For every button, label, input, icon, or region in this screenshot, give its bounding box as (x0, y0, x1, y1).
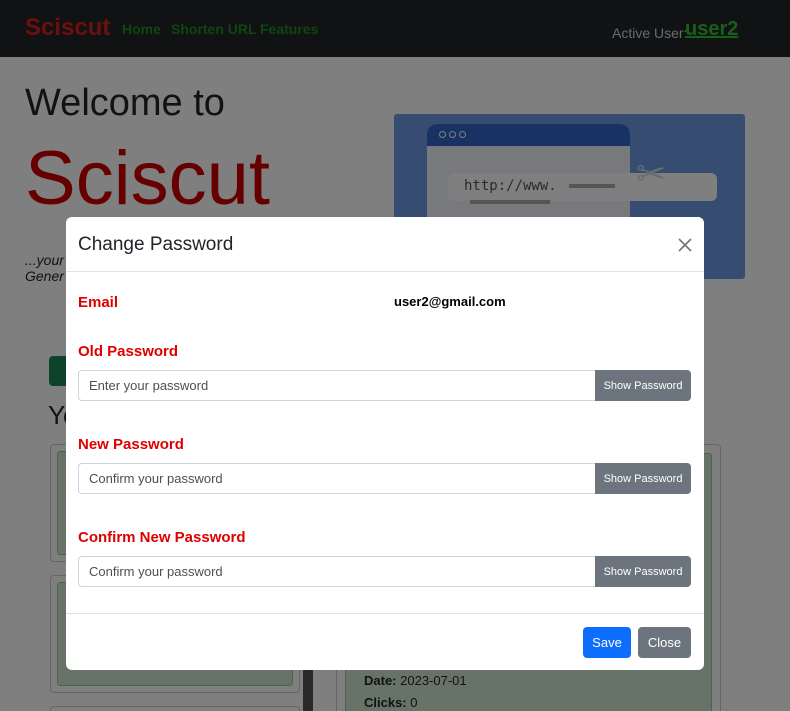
old-password-group: Show Password (78, 370, 691, 401)
save-button[interactable]: Save (583, 627, 631, 658)
email-label: Email (78, 294, 119, 311)
show-old-password-button[interactable]: Show Password (595, 370, 691, 401)
modal-header: Change Password (66, 217, 704, 272)
modal-title: Change Password (78, 234, 234, 255)
confirm-password-label: Confirm New Password (78, 529, 246, 546)
show-new-password-button[interactable]: Show Password (595, 463, 691, 494)
modal-footer: Save Close (66, 613, 704, 670)
confirm-password-input[interactable] (78, 556, 596, 587)
close-icon[interactable] (674, 234, 696, 256)
email-value: user2@gmail.com (394, 294, 506, 309)
show-confirm-password-button[interactable]: Show Password (595, 556, 691, 587)
old-password-label: Old Password (78, 343, 179, 360)
close-button[interactable]: Close (638, 627, 691, 658)
confirm-password-group: Show Password (78, 556, 691, 587)
old-password-input[interactable] (78, 370, 596, 401)
new-password-label: New Password (78, 436, 184, 453)
new-password-input[interactable] (78, 463, 596, 494)
new-password-group: Show Password (78, 463, 691, 494)
change-password-modal: Change Password Email user2@gmail.com Ol… (66, 217, 704, 670)
